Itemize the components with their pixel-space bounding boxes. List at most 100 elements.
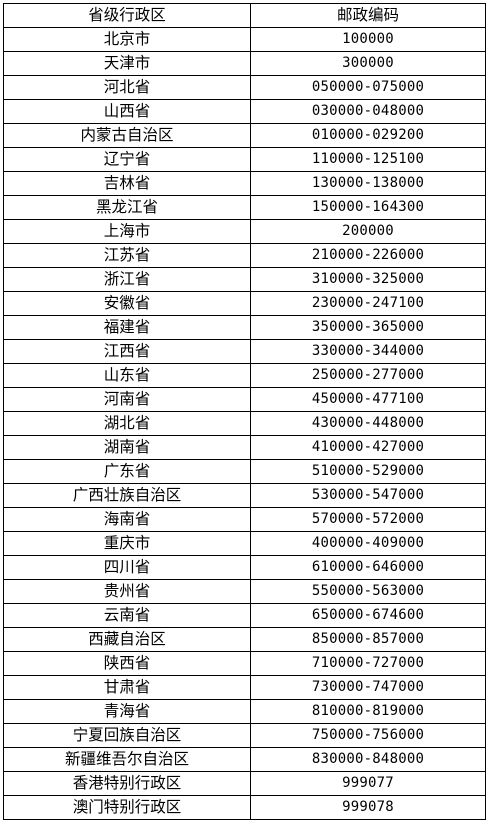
postal-code-cell: 050000-075000 (250, 75, 486, 100)
region-cell: 黑龙江省 (3, 195, 251, 220)
region-cell: 湖南省 (3, 435, 251, 460)
table-row: 江西省 330000-344000 (3, 339, 486, 364)
table-row: 山西省 030000-048000 (3, 99, 486, 124)
table-row: 香港特别行政区 999077 (3, 771, 486, 796)
region-cell: 山西省 (3, 99, 251, 124)
region-cell: 甘肃省 (3, 675, 251, 700)
postal-code-cell: 830000-848000 (250, 747, 486, 772)
postal-code-cell: 110000-125100 (250, 147, 486, 172)
postal-code-cell: 570000-572000 (250, 507, 486, 532)
table-row: 河南省 450000-477100 (3, 387, 486, 412)
region-cell: 河南省 (3, 387, 251, 412)
postal-code-cell: 100000 (250, 27, 486, 52)
postal-code-cell: 750000-756000 (250, 723, 486, 748)
table-row: 辽宁省 110000-125100 (3, 147, 486, 172)
region-cell: 河北省 (3, 75, 251, 100)
region-cell: 青海省 (3, 699, 251, 724)
table-row: 湖北省 430000-448000 (3, 411, 486, 436)
postal-code-cell: 310000-325000 (250, 267, 486, 292)
postal-code-cell: 710000-727000 (250, 651, 486, 676)
postal-code-table: 省级行政区 邮政编码 北京市 100000 天津市 300000 河北省 050000-0… (3, 3, 486, 820)
postal-code-cell: 850000-857000 (250, 627, 486, 652)
table-row: 宁夏回族自治区 750000-756000 (3, 723, 486, 748)
table-row: 澳门特别行政区 999078 (3, 795, 486, 820)
table-row: 海南省 570000-572000 (3, 507, 486, 532)
region-cell: 四川省 (3, 555, 251, 580)
table-row: 天津市 300000 (3, 51, 486, 76)
postal-code-cell: 650000-674600 (250, 603, 486, 628)
region-cell: 澳门特别行政区 (3, 795, 251, 820)
table-row: 云南省 650000-674600 (3, 603, 486, 628)
table-row: 安徽省 230000-247100 (3, 291, 486, 316)
region-cell: 福建省 (3, 315, 251, 340)
region-cell: 香港特别行政区 (3, 771, 251, 796)
postal-code-cell: 210000-226000 (250, 243, 486, 268)
table-row: 上海市 200000 (3, 219, 486, 244)
region-cell: 浙江省 (3, 267, 251, 292)
region-cell: 广西壮族自治区 (3, 483, 251, 508)
postal-code-cell: 810000-819000 (250, 699, 486, 724)
postal-code-cell: 150000-164300 (250, 195, 486, 220)
postal-code-cell: 410000-427000 (250, 435, 486, 460)
region-cell: 西藏自治区 (3, 627, 251, 652)
region-cell: 安徽省 (3, 291, 251, 316)
table-row: 青海省 810000-819000 (3, 699, 486, 724)
region-cell: 新疆维吾尔自治区 (3, 747, 251, 772)
postal-code-cell: 610000-646000 (250, 555, 486, 580)
postal-code-cell: 300000 (250, 51, 486, 76)
region-cell: 广东省 (3, 459, 251, 484)
postal-code-cell: 999077 (250, 771, 486, 796)
table-row: 甘肃省 730000-747000 (3, 675, 486, 700)
postal-code-cell: 430000-448000 (250, 411, 486, 436)
postal-code-cell: 130000-138000 (250, 171, 486, 196)
postal-code-cell: 550000-563000 (250, 579, 486, 604)
postal-code-cell: 530000-547000 (250, 483, 486, 508)
table-body: 北京市 100000 天津市 300000 河北省 050000-075000 山西省 030… (3, 27, 486, 820)
table-row: 河北省 050000-075000 (3, 75, 486, 100)
postal-code-cell: 730000-747000 (250, 675, 486, 700)
region-cell: 宁夏回族自治区 (3, 723, 251, 748)
table-row: 内蒙古自治区 010000-029200 (3, 123, 486, 148)
region-cell: 湖北省 (3, 411, 251, 436)
postal-code-cell: 510000-529000 (250, 459, 486, 484)
table-row: 广西壮族自治区 530000-547000 (3, 483, 486, 508)
table-row: 江苏省 210000-226000 (3, 243, 486, 268)
region-cell: 江西省 (3, 339, 251, 364)
region-cell: 陕西省 (3, 651, 251, 676)
table-row: 吉林省 130000-138000 (3, 171, 486, 196)
region-cell: 天津市 (3, 51, 251, 76)
region-cell: 上海市 (3, 219, 251, 244)
table-row: 贵州省 550000-563000 (3, 579, 486, 604)
table-row: 黑龙江省 150000-164300 (3, 195, 486, 220)
table-row: 陕西省 710000-727000 (3, 651, 486, 676)
region-cell: 山东省 (3, 363, 251, 388)
region-cell: 北京市 (3, 27, 251, 52)
table-row: 浙江省 310000-325000 (3, 267, 486, 292)
header-row: 省级行政区 邮政编码 (3, 3, 486, 28)
region-cell: 江苏省 (3, 243, 251, 268)
region-cell: 贵州省 (3, 579, 251, 604)
postal-code-cell: 350000-365000 (250, 315, 486, 340)
table-row: 西藏自治区 850000-857000 (3, 627, 486, 652)
postal-code-cell: 030000-048000 (250, 99, 486, 124)
postal-code-cell: 010000-029200 (250, 123, 486, 148)
table-row: 山东省 250000-277000 (3, 363, 486, 388)
table-row: 四川省 610000-646000 (3, 555, 486, 580)
table-row: 北京市 100000 (3, 27, 486, 52)
table-row: 福建省 350000-365000 (3, 315, 486, 340)
postal-code-cell: 999078 (250, 795, 486, 820)
postal-code-cell: 250000-277000 (250, 363, 486, 388)
header-postal-code: 邮政编码 (250, 3, 486, 28)
region-cell: 吉林省 (3, 171, 251, 196)
table-row: 重庆市 400000-409000 (3, 531, 486, 556)
table-row: 湖南省 410000-427000 (3, 435, 486, 460)
table-row: 新疆维吾尔自治区 830000-848000 (3, 747, 486, 772)
region-cell: 内蒙古自治区 (3, 123, 251, 148)
region-cell: 海南省 (3, 507, 251, 532)
postal-code-cell: 200000 (250, 219, 486, 244)
region-cell: 辽宁省 (3, 147, 251, 172)
postal-code-cell: 230000-247100 (250, 291, 486, 316)
table-row: 广东省 510000-529000 (3, 459, 486, 484)
region-cell: 重庆市 (3, 531, 251, 556)
header-region: 省级行政区 (3, 3, 251, 28)
